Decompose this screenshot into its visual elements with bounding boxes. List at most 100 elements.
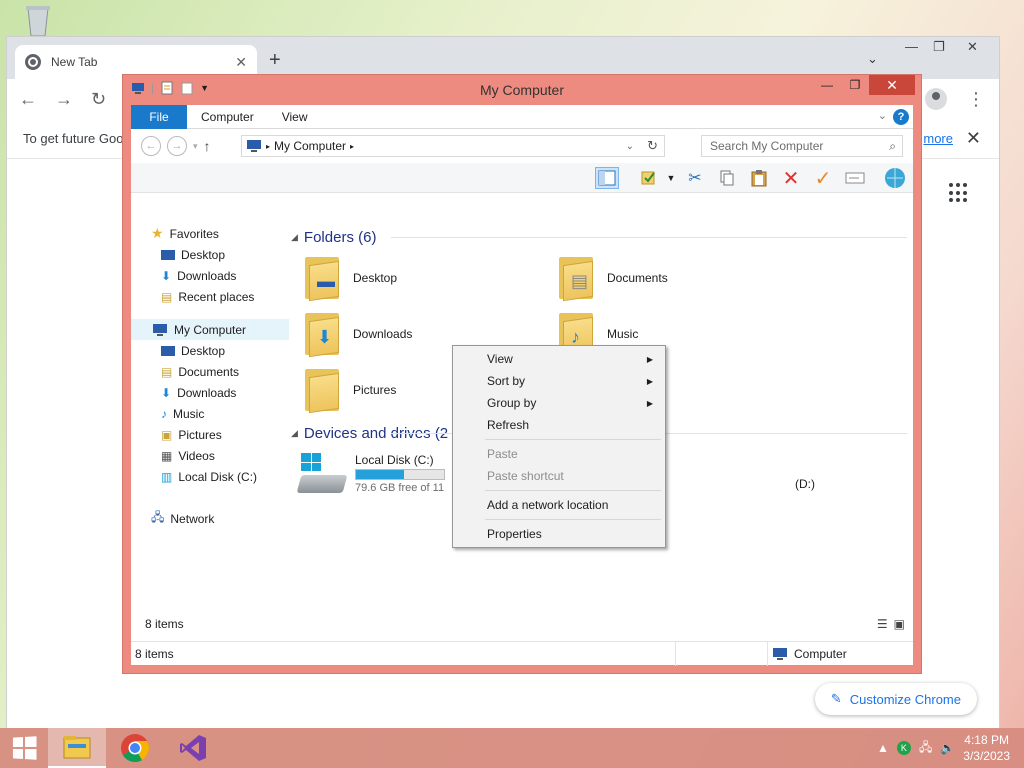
network-status-icon[interactable]: 🖧: [919, 738, 932, 759]
menu-item-properties[interactable]: Properties: [455, 523, 663, 545]
taskbar-file-explorer[interactable]: [48, 728, 106, 768]
nav-fav-recent[interactable]: ▤ Recent places: [131, 286, 289, 307]
taskbar-chrome[interactable]: [106, 728, 164, 768]
forward-icon[interactable]: →: [55, 89, 73, 110]
rename-icon[interactable]: [843, 167, 867, 189]
nav-documents[interactable]: ▤ Documents: [131, 361, 289, 382]
breadcrumb-arrow-icon[interactable]: ▸: [350, 142, 354, 151]
recent-locations-icon[interactable]: ▾: [193, 141, 198, 152]
menu-item-sort-by[interactable]: Sort by ▶: [455, 370, 663, 392]
checklist-icon[interactable]: [637, 167, 661, 189]
clock[interactable]: 4:18 PM 3/3/2023: [963, 732, 1010, 764]
clock-date: 3/3/2023: [963, 749, 1010, 763]
explorer-titlebar[interactable]: | ▼ My Computer — ❐ ✕: [123, 75, 921, 105]
tab-search-icon[interactable]: ⌄: [867, 51, 878, 67]
search-box[interactable]: Search My Computer ⌕: [701, 135, 903, 157]
details-view-icon[interactable]: ☰: [877, 617, 888, 631]
folder-pictures[interactable]: Pictures: [303, 367, 396, 414]
folder-downloads[interactable]: ⬇ Downloads: [303, 311, 412, 358]
back-icon[interactable]: ←: [141, 136, 161, 156]
menu-separator: [485, 439, 661, 440]
cut-icon[interactable]: ✂: [683, 167, 707, 189]
taskbar-visual-studio[interactable]: [164, 728, 222, 768]
refresh-icon[interactable]: ↻: [647, 138, 658, 154]
volume-icon[interactable]: 🔈: [940, 741, 955, 755]
kaspersky-icon[interactable]: K: [896, 741, 911, 755]
profile-avatar-icon[interactable]: [925, 88, 947, 110]
new-tab-button[interactable]: +: [269, 49, 281, 72]
drive-local-disk-c[interactable]: Local Disk (C:) 79.6 GB free of 11: [296, 453, 445, 497]
nav-desktop[interactable]: Desktop: [131, 340, 289, 361]
infobar-close-icon[interactable]: ✕: [966, 128, 981, 149]
drive-d-label[interactable]: (D:): [795, 477, 815, 491]
globe-icon[interactable]: [883, 167, 907, 189]
address-dropdown-icon[interactable]: ⌄: [626, 141, 634, 152]
up-icon[interactable]: ↑: [204, 138, 211, 154]
nav-favorites[interactable]: ★ Favorites: [131, 223, 289, 244]
show-hidden-icons-icon[interactable]: ▲: [877, 741, 889, 755]
nav-network[interactable]: 🖧 Network: [131, 508, 289, 529]
folder-icon: ▤: [557, 255, 595, 302]
search-icon[interactable]: ⌕: [889, 139, 896, 154]
view-switcher: ☰ ▣: [877, 617, 905, 631]
minimize-icon[interactable]: —: [813, 75, 841, 95]
menu-label: Sort by: [487, 374, 526, 388]
google-apps-icon[interactable]: [949, 183, 969, 203]
nav-downloads[interactable]: ⬇ Downloads: [131, 382, 289, 403]
ribbon-expand-icon[interactable]: ⌄: [878, 109, 887, 122]
menu-item-view[interactable]: View ▶: [455, 348, 663, 370]
menu-item-add-network-location[interactable]: Add a network location: [455, 494, 663, 516]
folder-label: Documents: [607, 271, 668, 285]
customize-chrome-label: Customize Chrome: [849, 691, 961, 707]
minimize-icon[interactable]: —: [905, 39, 918, 54]
menu-kebab-icon[interactable]: ⋮: [967, 89, 985, 110]
nav-videos[interactable]: ▦ Videos: [131, 445, 289, 466]
close-icon[interactable]: ✕: [869, 75, 915, 95]
nav-my-computer[interactable]: My Computer: [131, 319, 289, 340]
breadcrumb-my-computer[interactable]: My Computer: [274, 139, 346, 153]
folder-desktop[interactable]: ▬ Desktop: [303, 255, 397, 302]
collapse-icon[interactable]: ◢: [291, 232, 298, 243]
nav-label: Network: [170, 511, 215, 526]
reload-icon[interactable]: ↻: [91, 89, 106, 110]
tab-file[interactable]: File: [131, 104, 187, 129]
close-icon[interactable]: ✕: [967, 39, 978, 55]
menu-item-refresh[interactable]: Refresh: [455, 414, 663, 436]
clock-time: 4:18 PM: [964, 733, 1009, 747]
delete-icon[interactable]: ✕: [779, 167, 803, 190]
forward-icon[interactable]: →: [167, 136, 187, 156]
nav-fav-desktop[interactable]: Desktop: [131, 244, 289, 265]
help-icon[interactable]: ?: [893, 109, 909, 125]
customize-chrome-button[interactable]: ✎ Customize Chrome: [814, 683, 977, 715]
paste-icon[interactable]: [747, 167, 771, 189]
nav-fav-downloads[interactable]: ⬇ Downloads: [131, 265, 289, 286]
large-icons-view-icon[interactable]: ▣: [894, 617, 905, 631]
maximize-icon[interactable]: ❐: [841, 75, 869, 95]
copy-icon[interactable]: [715, 167, 739, 189]
tab-computer[interactable]: Computer: [187, 110, 268, 124]
items-count: 8 items: [145, 617, 184, 631]
folder-documents[interactable]: ▤ Documents: [557, 255, 668, 302]
drive-usage-fill: [356, 470, 405, 479]
recycle-bin-icon[interactable]: [18, 4, 58, 37]
folders-group-header[interactable]: ◢ Folders (6): [291, 225, 913, 249]
collapse-icon[interactable]: ◢: [291, 428, 298, 439]
check-icon[interactable]: ✓: [811, 167, 835, 190]
layout-pane-icon[interactable]: [595, 167, 619, 189]
nav-local-disk[interactable]: ▥ Local Disk (C:): [131, 466, 289, 487]
back-icon[interactable]: ←: [19, 89, 37, 110]
search-input[interactable]: Search My Computer: [710, 139, 823, 153]
nav-music[interactable]: ♪ Music: [131, 403, 289, 424]
taskbar: ▲ K 🖧 🔈 4:18 PM 3/3/2023: [0, 728, 1024, 768]
desktop-icon: [161, 345, 175, 356]
infobar-more-link[interactable]: more: [923, 131, 953, 146]
start-button[interactable]: [0, 728, 48, 768]
dropdown-icon[interactable]: ▼: [659, 167, 683, 189]
nav-pictures[interactable]: ▣ Pictures: [131, 424, 289, 445]
tab-view[interactable]: View: [268, 110, 322, 124]
maximize-icon[interactable]: ❐: [933, 39, 945, 55]
breadcrumb-arrow-icon[interactable]: ▸: [266, 142, 270, 151]
tab-close-icon[interactable]: ✕: [235, 54, 247, 71]
address-bar[interactable]: ▸ My Computer ▸ ⌄ ↻: [241, 135, 665, 157]
menu-item-group-by[interactable]: Group by ▶: [455, 392, 663, 414]
